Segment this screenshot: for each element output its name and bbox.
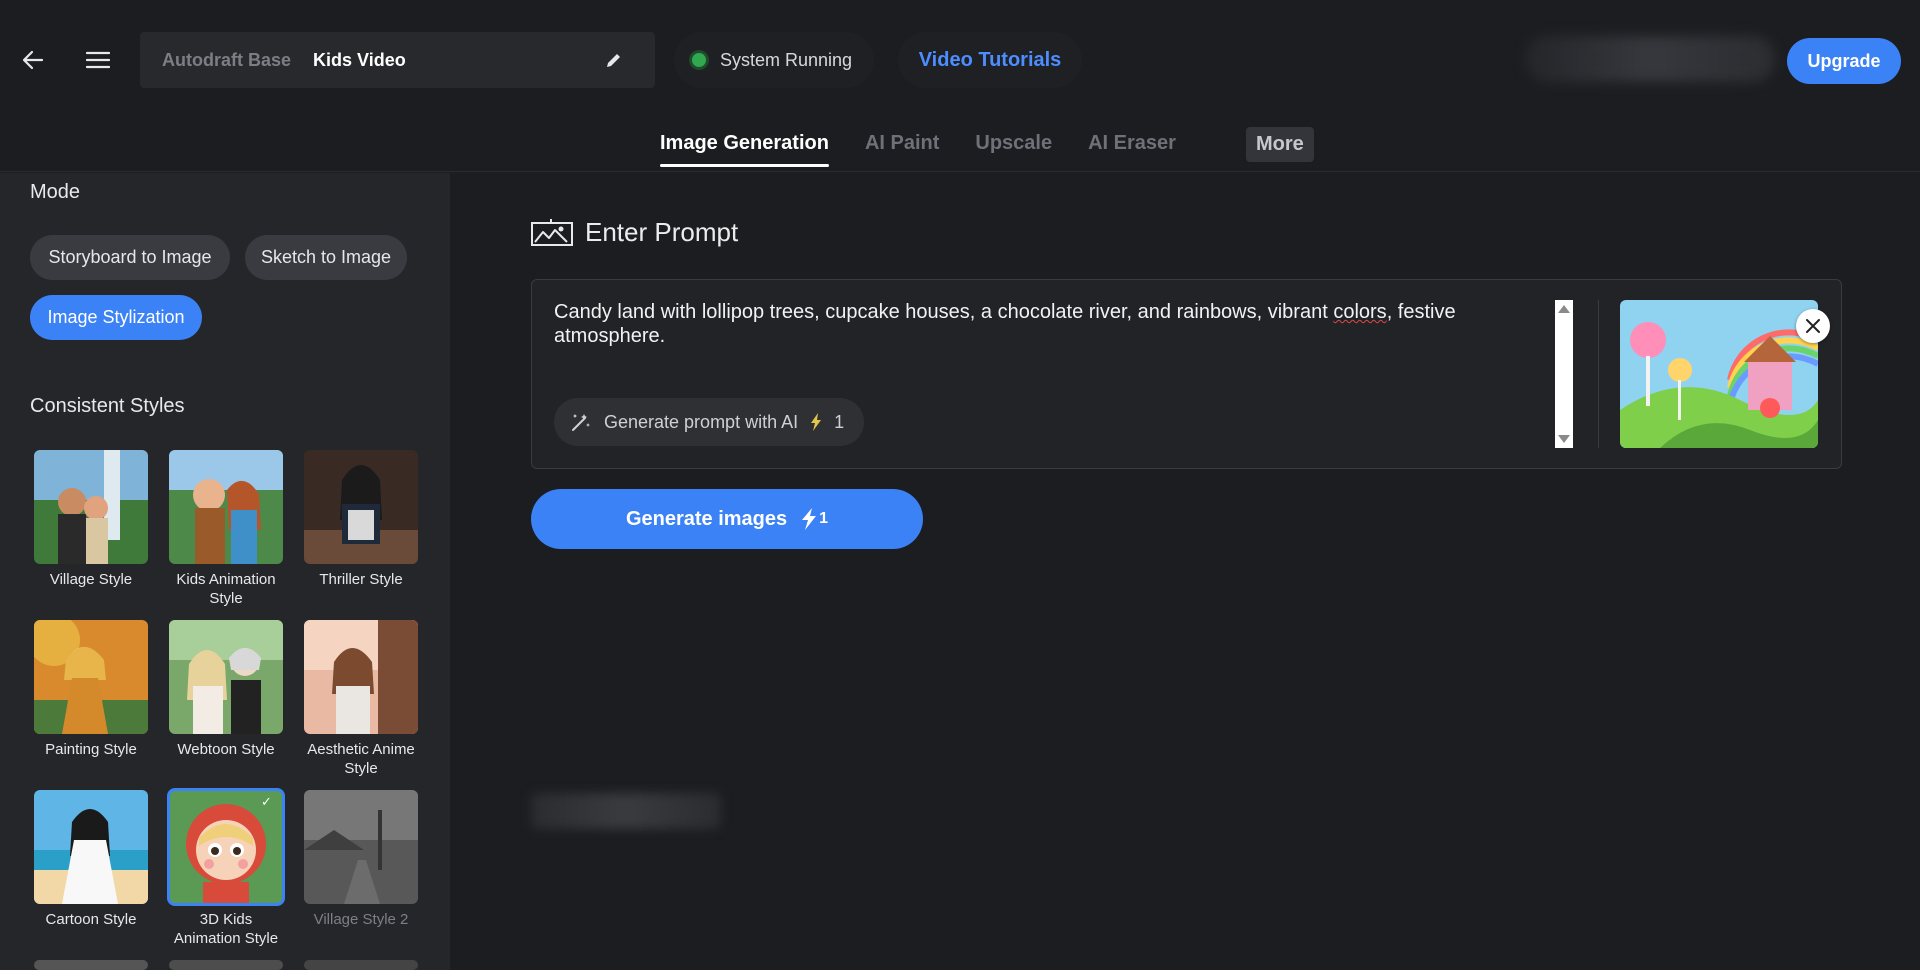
style-label: Webtoon Style — [177, 741, 275, 758]
magic-wand-icon — [572, 414, 590, 431]
style-thumbnail — [304, 450, 418, 564]
mode-storyboard-to-image[interactable]: Storyboard to Image — [30, 235, 230, 280]
style-label: 3D Kids Animation Style — [173, 911, 279, 947]
style-card-village-2[interactable]: Village Style 2 — [304, 790, 418, 929]
prompt-title: Enter Prompt — [585, 217, 739, 247]
style-label: Painting Style — [45, 741, 137, 758]
style-card-aesthetic-anime[interactable]: Aesthetic Anime Style — [304, 620, 418, 778]
hamburger-icon — [86, 51, 110, 69]
style-thumbnail — [34, 450, 148, 564]
generate-images-label: Generate images — [625, 507, 788, 530]
tab-upscale[interactable]: Upscale — [975, 118, 1052, 155]
style-thumbnail-partial — [34, 960, 148, 970]
generate-images-button[interactable]: Generate images 1 — [531, 489, 923, 549]
style-thumbnail — [304, 790, 418, 904]
pencil-icon — [607, 54, 620, 67]
style-thumbnail — [34, 620, 148, 734]
scroll-down-arrow-icon[interactable] — [1558, 435, 1570, 443]
arrow-left-icon — [22, 50, 44, 70]
close-icon — [1806, 319, 1820, 333]
style-card-webtoon[interactable]: Webtoon Style — [169, 620, 283, 759]
remove-image-button[interactable] — [1796, 309, 1830, 343]
system-status: System Running — [674, 32, 874, 88]
breadcrumb: Autodraft Base Kids Video — [140, 32, 655, 88]
breadcrumb-base[interactable]: Autodraft Base — [162, 50, 291, 71]
style-thumbnail — [304, 620, 418, 734]
style-card-thriller[interactable]: Thriller Style — [304, 450, 418, 589]
back-button[interactable] — [13, 40, 53, 80]
tab-more[interactable]: More — [1245, 127, 1314, 162]
style-card-3d-kids-animation[interactable]: ✓ 3D Kids Animation Style — [167, 788, 285, 948]
style-thumbnail: ✓ — [167, 788, 285, 906]
video-tutorials-label: Video Tutorials — [918, 48, 1062, 71]
top-bar: Autodraft Base Kids Video System Running… — [0, 0, 1920, 172]
style-card-kids-animation[interactable]: Kids Animation Style — [169, 450, 283, 608]
image-prompt-icon — [531, 218, 573, 246]
reference-image[interactable] — [1620, 300, 1818, 448]
video-tutorials-link[interactable]: Video Tutorials — [898, 32, 1082, 88]
app-root: Autodraft Base Kids Video System Running… — [0, 0, 1920, 970]
scroll-up-arrow-icon[interactable] — [1558, 305, 1570, 313]
menu-button[interactable] — [78, 40, 118, 80]
style-thumbnail — [169, 620, 283, 734]
prompt-header: Enter Prompt — [531, 217, 738, 248]
mode-sketch-to-image[interactable]: Sketch to Image — [245, 235, 407, 280]
style-thumbnail — [34, 790, 148, 904]
style-thumbnail — [169, 450, 283, 564]
prompt-textarea[interactable]: Candy land with lollipop trees, cupcake … — [554, 300, 1554, 348]
mode-title: Mode — [30, 181, 81, 203]
edit-project-button[interactable] — [603, 49, 625, 71]
style-thumbnail-partial — [304, 960, 418, 970]
tool-tabs: Image Generation AI Paint Upscale AI Era… — [660, 118, 1350, 172]
project-name: Kids Video — [313, 49, 406, 70]
tab-ai-eraser[interactable]: AI Eraser — [1088, 118, 1176, 155]
prompt-divider — [1598, 300, 1599, 448]
blurred-note — [531, 793, 721, 829]
style-card-cartoon[interactable]: Cartoon Style — [34, 790, 148, 929]
upgrade-button[interactable]: Upgrade — [1787, 38, 1901, 84]
status-text: System Running — [720, 49, 853, 70]
style-label: Village Style — [49, 571, 133, 588]
lightning-icon — [802, 508, 817, 530]
generate-prompt-ai-button[interactable]: Generate prompt with AI 1 — [554, 398, 864, 446]
style-label: Cartoon Style — [45, 911, 137, 928]
settings-sidebar: Mode Storyboard to Image Sketch to Image… — [0, 173, 450, 970]
prompt-box: Candy land with lollipop trees, cupcake … — [531, 279, 1842, 469]
generate-prompt-cost: 1 — [834, 411, 845, 432]
generate-images-cost: 1 — [819, 510, 829, 527]
lightning-icon — [811, 413, 822, 431]
style-thumbnail-partial — [169, 960, 283, 970]
main-panel: Enter Prompt Candy land with lollipop tr… — [451, 173, 1920, 970]
generate-prompt-ai-label: Generate prompt with AI — [604, 411, 799, 432]
tab-ai-paint[interactable]: AI Paint — [865, 118, 939, 155]
status-dot-icon — [692, 53, 706, 67]
style-label: Village Style 2 — [313, 911, 409, 928]
style-card-village[interactable]: Village Style — [34, 450, 148, 589]
style-label: Kids Animation Style — [176, 571, 276, 607]
style-label: Thriller Style — [319, 571, 403, 588]
prompt-text-part: Candy land with lollipop trees, cupcake … — [554, 301, 1334, 323]
style-card-painting[interactable]: Painting Style — [34, 620, 148, 759]
style-label: Aesthetic Anime Style — [307, 741, 415, 777]
prompt-misspelled-word: colors — [1333, 301, 1387, 323]
mode-image-stylization[interactable]: Image Stylization — [30, 295, 202, 340]
tab-image-generation[interactable]: Image Generation — [660, 118, 829, 167]
prompt-scrollbar[interactable] — [1555, 300, 1573, 448]
consistent-styles-title: Consistent Styles — [30, 395, 185, 417]
check-icon: ✓ — [261, 794, 272, 809]
blurred-account-info — [1525, 36, 1775, 82]
